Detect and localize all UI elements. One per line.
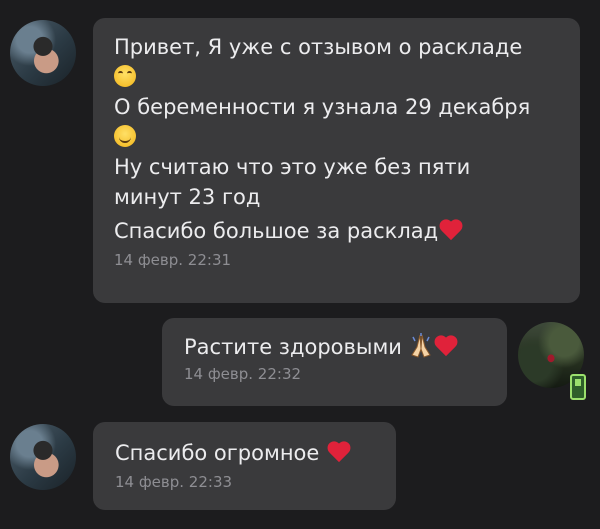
message-bubble[interactable]: Растите здоровыми 14 февр. 22:32 [162,318,507,406]
sender-avatar[interactable] [10,20,76,86]
mobile-phone-icon [570,374,586,400]
message-text: Спасибо огромное [115,441,320,465]
message-text: Привет, Я уже с отзывом о раскладе [114,35,523,59]
message-bubble[interactable]: Спасибо огромное 14 февр. 22:33 [93,422,396,510]
message-bubble[interactable]: Привет, Я уже с отзывом о раскладе О бер… [93,18,580,303]
message-text: О беременности я узнала 29 декабря [114,95,531,119]
message-text: Ну считаю что это уже без пяти [114,155,471,179]
message-timestamp: 14 февр. 22:31 [114,251,232,269]
red-heart-icon [438,220,464,242]
smiling-face-icon [114,125,136,147]
grinning-squinting-face-icon [114,65,136,87]
red-heart-icon [326,442,352,464]
red-heart-icon [433,336,459,358]
message-timestamp: 14 февр. 22:33 [115,473,233,491]
message-text: минут 23 год [114,185,261,209]
message-text: Спасибо большое за расклад [114,219,439,243]
message-text: Растите здоровыми [184,335,402,359]
message-timestamp: 14 февр. 22:32 [184,365,302,383]
sender-avatar[interactable] [10,424,76,490]
folded-hands-icon [409,333,433,359]
